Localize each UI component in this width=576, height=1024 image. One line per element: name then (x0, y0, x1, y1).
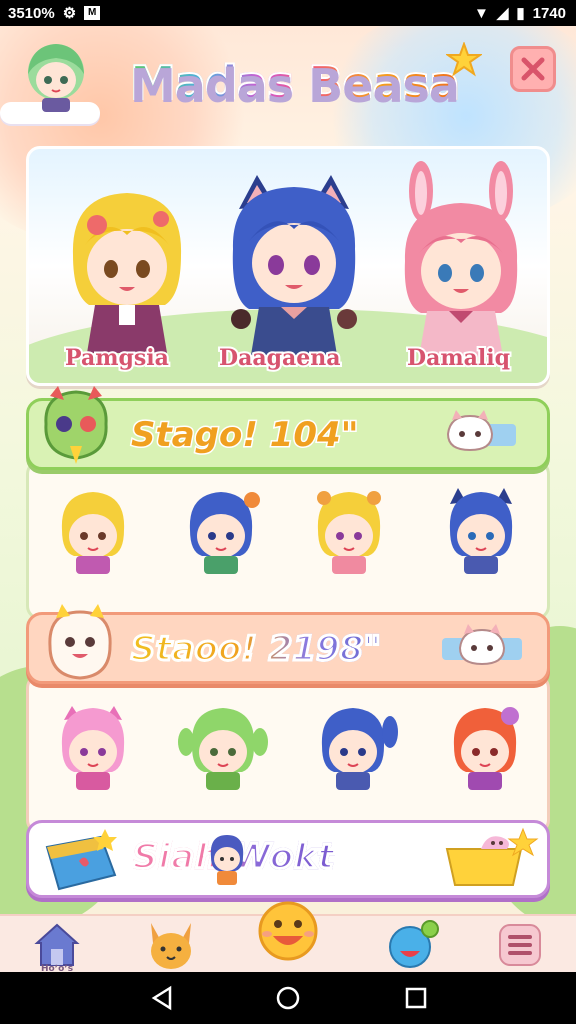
stage-2-character-2[interactable] (178, 702, 268, 792)
blob-face-icon (389, 920, 439, 968)
home-circle-icon[interactable] (274, 984, 302, 1012)
bottom-nav: Hoʼoʼs (0, 901, 576, 972)
stage-card-1[interactable]: Stago! 104" (26, 386, 550, 624)
hero-character-3-name: Damaliq (405, 343, 512, 373)
stage-2-character-4[interactable] (440, 702, 530, 792)
notification-icon: M (84, 6, 101, 20)
hero-character-3[interactable] (391, 161, 531, 357)
smile-face-icon (258, 901, 318, 961)
hero-character-2[interactable] (219, 169, 369, 355)
nav-face[interactable] (378, 916, 448, 972)
battery-icon: ▮ (516, 5, 525, 22)
app-screen: Madas Beasa Pamgsia Daagaena Damaliq Sta… (0, 26, 576, 972)
home-icon (34, 923, 80, 966)
stage-card-2[interactable]: Staoo! 2198" (26, 604, 550, 838)
signal-icon: ◢ (496, 5, 509, 22)
recents-icon[interactable] (402, 984, 430, 1012)
stage-2-ghost-icon (48, 604, 112, 680)
close-button[interactable] (510, 46, 556, 92)
status-clock: 1740 (532, 4, 566, 22)
basket-icon (445, 827, 539, 886)
stage-1-cat-flag-icon (446, 410, 516, 452)
stage-1-mascot-icon (44, 386, 108, 464)
stage-1-character-1[interactable] (48, 486, 138, 576)
header: Madas Beasa (0, 26, 576, 136)
stage-1-character-3[interactable] (304, 486, 394, 576)
nav-home[interactable]: Hoʼoʼs (22, 916, 92, 972)
stage-2-title: Staoo! 2198" (129, 628, 382, 671)
hero-panel: Pamgsia Daagaena Damaliq (26, 146, 550, 386)
hero-character-1-name: Pamgsia (63, 343, 171, 373)
close-icon (521, 57, 545, 81)
banner-card[interactable]: Siah Wokt (26, 820, 550, 898)
gear-icon: ⚙ (62, 5, 77, 22)
menu-icon (499, 924, 541, 966)
back-icon[interactable] (148, 984, 176, 1012)
system-nav-bar (0, 972, 576, 1024)
status-bar: 3510% ⚙ M ▼ ◢ ▮ 1740 (0, 0, 576, 26)
nav-home-label: Hoʼoʼs (40, 964, 74, 972)
stage-1-character-4[interactable] (436, 486, 526, 576)
star-icon (446, 42, 482, 77)
nav-fox[interactable] (136, 916, 206, 972)
wifi-icon: ▼ (473, 4, 489, 22)
nav-smile[interactable] (248, 901, 328, 972)
stage-1-character-2[interactable] (176, 486, 266, 576)
stage-2-character-1[interactable] (48, 702, 138, 792)
hero-character-1[interactable] (57, 185, 197, 355)
hero-character-2-name: Daagaena (217, 343, 343, 373)
fox-icon (151, 923, 191, 969)
stage-2-character-3[interactable] (308, 702, 398, 792)
profile-avatar[interactable] (20, 40, 92, 114)
stage-1-title: Stago! 104" (129, 414, 359, 457)
app-title: Madas Beasa (129, 55, 461, 111)
gift-box-icon (45, 829, 117, 891)
status-time: 3510% (8, 4, 55, 22)
banner-character-icon (210, 835, 244, 885)
stage-2-cat-flag-icon (442, 624, 522, 666)
nav-menu[interactable] (490, 916, 550, 972)
